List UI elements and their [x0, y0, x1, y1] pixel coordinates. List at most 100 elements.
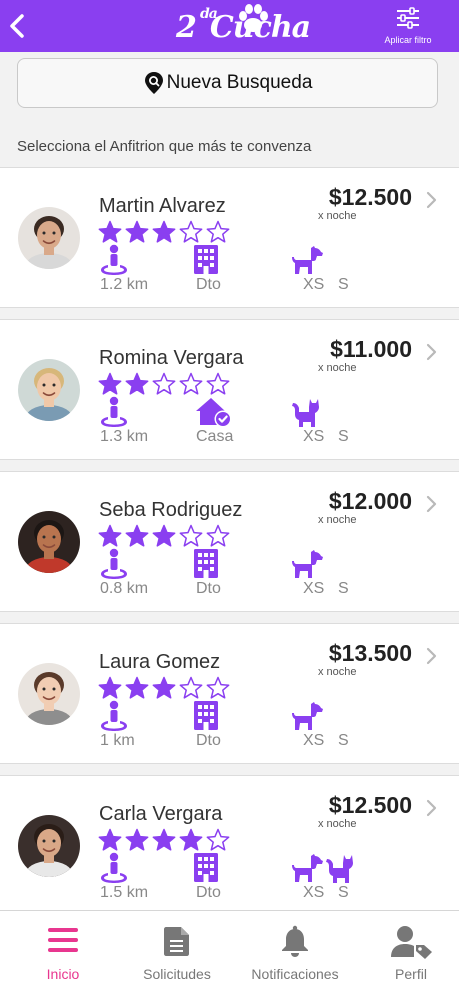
- paw-icon: [239, 4, 268, 32]
- star-filled-icon: [98, 524, 122, 548]
- star-empty-icon: [152, 372, 176, 396]
- star-filled-icon: [125, 828, 149, 852]
- star-rating: [98, 524, 230, 548]
- dog-icon: [290, 701, 324, 736]
- host-name: Carla Vergara: [99, 803, 223, 825]
- menu-icon: [48, 928, 78, 952]
- logo-number: 2: [176, 10, 197, 45]
- new-search-button[interactable]: Nueva Busqueda: [17, 58, 438, 108]
- star-filled-icon: [125, 676, 149, 700]
- host-select-prompt: Selecciona el Anfitrion que más te conve…: [17, 138, 312, 155]
- top-bar: 2daCucha Aplicar filtro: [0, 0, 459, 52]
- property-type: Dto: [196, 732, 221, 749]
- host-name: Romina Vergara: [99, 347, 244, 369]
- star-filled-icon: [152, 524, 176, 548]
- price-unit: x noche: [318, 514, 357, 526]
- star-empty-icon: [206, 372, 230, 396]
- star-filled-icon: [98, 372, 122, 396]
- host-card[interactable]: Carla Vergara $12.500 x noche 1.5 km Dto XS S: [0, 775, 459, 916]
- host-card[interactable]: Laura Gomez $13.500 x noche 1 km Dto XS S: [0, 623, 459, 764]
- property-type: Dto: [196, 580, 221, 597]
- chevron-right-icon[interactable]: [424, 494, 438, 514]
- chevron-right-icon[interactable]: [424, 190, 438, 210]
- bottom-tab-bar: Inicio Solicitudes Notificaciones Perfil: [0, 910, 459, 990]
- host-card[interactable]: Seba Rodriguez $12.000 x noche 0.8 km Dto XS…: [0, 471, 459, 612]
- star-empty-icon: [206, 220, 230, 244]
- avatar: [18, 663, 80, 725]
- logo-superscript: da: [200, 6, 218, 22]
- property-type: Casa: [196, 428, 234, 445]
- price-per-night: $12.500: [328, 792, 412, 818]
- document-icon: [164, 927, 189, 956]
- star-empty-icon: [179, 220, 203, 244]
- back-arrow-icon[interactable]: [4, 10, 32, 42]
- app-logo: 2daCucha: [176, 4, 311, 48]
- star-rating: [98, 676, 230, 700]
- star-empty-icon: [179, 524, 203, 548]
- pet-size: XS: [303, 580, 325, 597]
- dog-icon: [290, 853, 324, 888]
- host-card[interactable]: Martin Alvarez $12.500 x noche 1.2 km Dto XS…: [0, 167, 459, 308]
- star-filled-icon: [98, 676, 122, 700]
- tab-inicio[interactable]: Inicio: [14, 911, 112, 990]
- tab-solicitudes[interactable]: Solicitudes: [128, 911, 226, 990]
- tab-solicitudes-label: Solicitudes: [143, 966, 211, 982]
- host-name: Laura Gomez: [99, 651, 221, 673]
- host-name: Martin Alvarez: [99, 195, 226, 217]
- pet-size: XS: [303, 276, 325, 293]
- distance-value: 1.5 km: [100, 884, 149, 901]
- dog-icon: [290, 549, 324, 584]
- avatar: [18, 207, 80, 269]
- price-per-night: $11.000: [330, 336, 412, 362]
- star-filled-icon: [152, 676, 176, 700]
- star-rating: [98, 220, 230, 244]
- price-unit: x noche: [318, 362, 357, 374]
- property-type: Dto: [196, 276, 221, 293]
- apply-filter-button[interactable]: Aplicar filtro: [373, 6, 443, 48]
- tab-inicio-label: Inicio: [46, 966, 80, 982]
- chevron-right-icon[interactable]: [424, 798, 438, 818]
- property-type: Dto: [196, 884, 221, 901]
- avatar: [18, 511, 80, 573]
- dog-icon: [290, 245, 324, 280]
- price-unit: x noche: [318, 210, 357, 222]
- star-empty-icon: [206, 524, 230, 548]
- apply-filter-label: Aplicar filtro: [384, 35, 432, 45]
- host-name: Seba Rodriguez: [99, 499, 243, 521]
- pet-size: S: [338, 428, 349, 445]
- pet-size: XS: [303, 428, 325, 445]
- tab-perfil[interactable]: Perfil: [362, 911, 459, 990]
- star-empty-icon: [206, 676, 230, 700]
- star-filled-icon: [125, 372, 149, 396]
- star-filled-icon: [125, 220, 149, 244]
- chevron-right-icon[interactable]: [424, 646, 438, 666]
- star-filled-icon: [152, 220, 176, 244]
- tab-notificaciones-label: Notificaciones: [251, 966, 339, 982]
- star-rating: [98, 372, 230, 396]
- price-unit: x noche: [318, 666, 357, 678]
- location-search-icon: [144, 72, 163, 94]
- star-rating: [98, 828, 230, 852]
- avatar: [18, 359, 80, 421]
- host-card[interactable]: Romina Vergara $11.000 x noche 1.3 km Casa X…: [0, 319, 459, 460]
- pet-size: XS: [303, 884, 325, 901]
- sliders-icon: [397, 7, 419, 29]
- pet-size: S: [338, 276, 349, 293]
- tab-perfil-label: Perfil: [395, 966, 427, 982]
- pet-size: XS: [303, 732, 325, 749]
- star-empty-icon: [179, 372, 203, 396]
- price-unit: x noche: [318, 818, 357, 830]
- star-filled-icon: [179, 828, 203, 852]
- distance-value: 1.2 km: [100, 276, 149, 293]
- avatar: [18, 815, 80, 877]
- user-tag-icon: [391, 926, 432, 959]
- building-icon: [193, 852, 219, 887]
- chevron-right-icon[interactable]: [424, 342, 438, 362]
- distance-value: 0.8 km: [100, 580, 149, 597]
- star-filled-icon: [98, 828, 122, 852]
- app-screen: 2daCucha Aplicar filtro: [0, 0, 459, 990]
- star-filled-icon: [152, 828, 176, 852]
- tab-notificaciones[interactable]: Notificaciones: [244, 911, 346, 990]
- price-per-night: $12.500: [328, 184, 412, 210]
- star-empty-icon: [179, 676, 203, 700]
